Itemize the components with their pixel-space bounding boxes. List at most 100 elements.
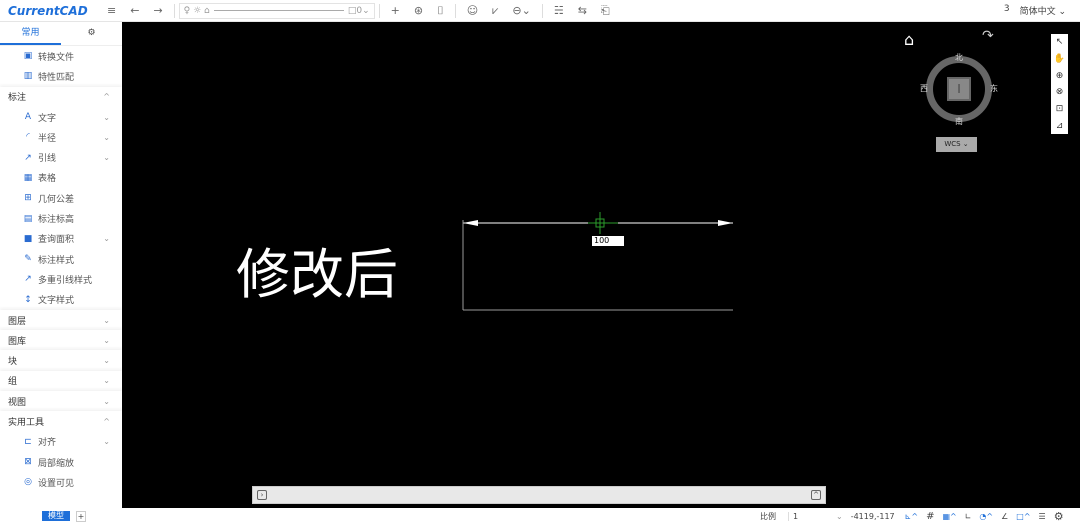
command-line[interactable]: › ^ (252, 486, 826, 504)
compass-west[interactable]: 西 (920, 83, 928, 94)
item-icon: ▤ (23, 213, 33, 224)
menu-icon[interactable]: ≡ (107, 4, 116, 17)
compass-north[interactable]: 北 (955, 52, 963, 63)
item-label: 文字样式 (38, 296, 75, 307)
chevron-down-icon: ⌄ (103, 112, 110, 122)
scale-select[interactable]: 1 (788, 511, 832, 521)
sidebar-item[interactable]: ⊏ 对齐 ⌄ (0, 432, 122, 452)
sidebar-item[interactable]: ■ 查询面积 ⌄ (0, 229, 122, 249)
grid-snap-icon[interactable]: ▦^ (942, 512, 956, 521)
layer-copy-icon[interactable]: ⎗ (601, 4, 610, 18)
section-utility[interactable]: 实用工具 ^ (0, 411, 122, 431)
home-icon[interactable]: ⌂ (904, 30, 914, 49)
sidebar-item[interactable]: ▥ 特性匹配 (0, 66, 122, 86)
sidebar-item[interactable]: ↗ 多重引线样式 (0, 269, 122, 289)
terminal-icon[interactable]: › (257, 490, 267, 500)
chevron-down-icon: ⌄ (103, 335, 110, 345)
gear-icon[interactable]: ⚙ (1054, 510, 1064, 523)
item-label: 对齐 (38, 438, 57, 449)
layer-more-icon[interactable]: ⊖⌄ (512, 4, 530, 17)
delete-icon[interactable]: ⌷ (437, 4, 444, 18)
sidebar-item[interactable]: ▣ 转换文件 (0, 46, 122, 66)
sidebar-item[interactable]: ◎ 设置可见 (0, 472, 122, 492)
section-header[interactable]: 组 ⌄ (0, 371, 122, 391)
item-icon: ▥ (23, 71, 33, 82)
item-icon: ⊠ (24, 457, 32, 468)
ucs-icon[interactable]: ⊿ (1056, 121, 1064, 131)
add-layout-button[interactable]: + (76, 510, 86, 522)
item-label: 引线 (38, 154, 57, 165)
ortho-icon[interactable]: ∟ (965, 512, 972, 521)
item-icon: A (24, 112, 32, 123)
tab-settings[interactable]: ⚙ (61, 22, 122, 45)
section-header[interactable]: 图层 ⌄ (0, 310, 122, 330)
angle-icon[interactable]: ∠ (1001, 512, 1008, 521)
dimension-input[interactable]: 100 (592, 236, 624, 246)
sidebar-item[interactable]: A 文字 ⌄ (0, 107, 122, 127)
layer-walk-icon[interactable]: ⇆ (578, 4, 587, 17)
section-header[interactable]: 视图 ⌄ (0, 391, 122, 411)
sidebar-item[interactable]: ▤ 标注标高 (0, 208, 122, 228)
ucs-select[interactable]: WCS ⌄ (936, 137, 977, 152)
layer-match-icon[interactable]: ⩗ (492, 4, 498, 18)
item-icon: ⊏ (24, 436, 32, 447)
object-snap-icon[interactable]: □^ (1016, 512, 1030, 521)
section-annotate[interactable]: 标注 ^ (0, 87, 122, 107)
viewcube-face[interactable]: | (947, 77, 971, 101)
compass-south[interactable]: 南 (955, 116, 963, 127)
rotate-icon[interactable]: ↷ (982, 28, 994, 44)
properties-icon[interactable]: ☰ (1039, 512, 1046, 521)
add-layer-icon[interactable]: + (391, 4, 400, 17)
sidebar-item[interactable]: ↕ 文字样式 (0, 290, 122, 310)
page-number: 3 (1003, 4, 1010, 14)
sidebar-item[interactable]: ◜ 半径 ⌄ (0, 127, 122, 147)
item-icon: ■ (23, 233, 33, 244)
pan-icon[interactable]: ✋ (1054, 54, 1065, 64)
zoom-window-icon[interactable]: ⊗ (1056, 87, 1064, 97)
ucs-label: WCS (944, 140, 961, 148)
item-label: 设置可见 (38, 478, 75, 489)
section-header[interactable]: 块 ⌄ (0, 350, 122, 370)
sidebar-item[interactable]: ▦ 表格 (0, 168, 122, 188)
item-label: 表格 (38, 174, 57, 185)
chevron-down-icon: ⌄ (103, 356, 110, 366)
sidebar-item[interactable]: ↗ 引线 ⌄ (0, 147, 122, 167)
section-label: 图层 (8, 316, 27, 327)
chevron-up-icon: ^ (103, 92, 110, 102)
annotation-text: 修改后 (236, 243, 398, 306)
item-icon: ✎ (24, 254, 32, 265)
layer-freeze-icon[interactable]: ☺ (467, 4, 478, 17)
zoom-extents-icon[interactable]: ⊡ (1056, 104, 1064, 114)
undo-icon[interactable]: ← (130, 4, 139, 17)
expand-icon[interactable]: ^ (811, 490, 821, 500)
redo-icon[interactable]: → (153, 4, 162, 17)
layer-state-icon[interactable]: ⊛ (414, 4, 423, 17)
sidebar-item[interactable]: ⊠ 局部缩放 (0, 452, 122, 472)
language-select[interactable]: 简体中文 ⌄ (1020, 4, 1066, 17)
item-label: 标注标高 (38, 215, 75, 226)
select-icon[interactable]: ↖ (1056, 37, 1064, 47)
tab-model[interactable]: 模型 (42, 511, 70, 521)
sidebar-item[interactable]: ✎ 标注样式 (0, 249, 122, 269)
tab-common[interactable]: 常用 (0, 22, 61, 45)
layer-isolate-icon[interactable]: ☵ (554, 4, 564, 17)
nav-toolbar: ↖ ✋ ⊕ ⊗ ⊡ ⊿ (1051, 34, 1068, 134)
section-label: 标注 (8, 93, 27, 104)
scale-label: 比例 (760, 511, 776, 521)
drawing-canvas[interactable]: 修改后 100 ⌂ ↷ | 北 南 东 西 WCS ⌄ (122, 22, 1080, 508)
chevron-down-icon: ⌄ (362, 5, 370, 16)
grid-icon[interactable]: # (926, 511, 934, 522)
compass-east[interactable]: 东 (990, 83, 998, 94)
zoom-icon[interactable]: ⊕ (1056, 71, 1064, 81)
viewcube-ring[interactable]: | 北 南 东 西 (920, 53, 998, 126)
chevron-down-icon: ⌄ (103, 396, 110, 406)
sidebar-item[interactable]: ⊞ 几何公差 (0, 188, 122, 208)
snap-icon[interactable]: ⊾^ (905, 512, 918, 521)
chevron-down-icon: ⌄ (103, 153, 110, 163)
status-bar: 模型 + 比例 1 ⌄ -4119,-117 ⊾^ # ▦^ ∟ ◔^ ∠ □^… (0, 508, 1080, 524)
layer-select[interactable]: ♀ ☼ ⌂ □ 0 ⌄ (178, 2, 375, 19)
chevron-down-icon: ⌄ (103, 234, 110, 244)
chevron-down-icon: ⌄ (103, 315, 110, 325)
section-header[interactable]: 图库 ⌄ (0, 330, 122, 350)
polar-icon[interactable]: ◔^ (979, 512, 993, 521)
